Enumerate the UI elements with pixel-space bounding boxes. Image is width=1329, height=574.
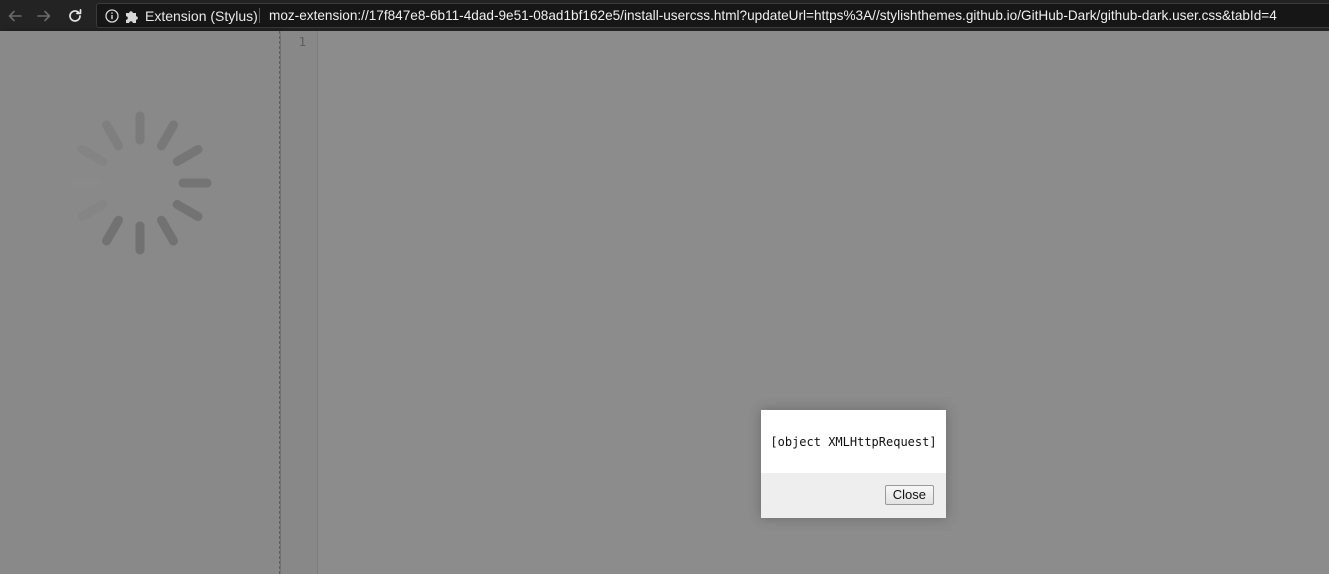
reload-button[interactable] [64, 5, 86, 27]
puzzle-piece-icon [126, 10, 138, 23]
site-identity[interactable]: Extension (Stylus) [97, 4, 258, 27]
install-sidebar [0, 31, 280, 574]
arrow-left-icon [8, 10, 22, 22]
dialog-footer: Close [761, 473, 946, 518]
url-text[interactable]: moz-extension://17f847e8-6b11-4dad-9e51-… [269, 4, 1327, 27]
reload-icon [69, 8, 82, 22]
editor-gutter: 1 [281, 31, 318, 574]
arrow-right-icon [37, 10, 51, 22]
line-number: 1 [298, 35, 306, 49]
address-bar[interactable]: Extension (Stylus) moz-extension://17f84… [96, 3, 1329, 28]
browser-toolbar: Extension (Stylus) moz-extension://17f84… [0, 0, 1329, 31]
dialog-message: [object XMLHttpRequest] [770, 434, 937, 449]
page-content: 1 [0, 31, 1329, 574]
close-button[interactable]: Close [884, 485, 934, 505]
url-divider [259, 8, 260, 23]
forward-button[interactable] [33, 5, 55, 27]
info-icon [105, 8, 119, 23]
dialog-body: [object XMLHttpRequest] [761, 410, 946, 473]
identity-label: Extension (Stylus) [145, 7, 258, 24]
alert-dialog: [object XMLHttpRequest] Close [761, 410, 946, 518]
back-button[interactable] [4, 5, 26, 27]
loading-spinner-icon [68, 111, 212, 255]
